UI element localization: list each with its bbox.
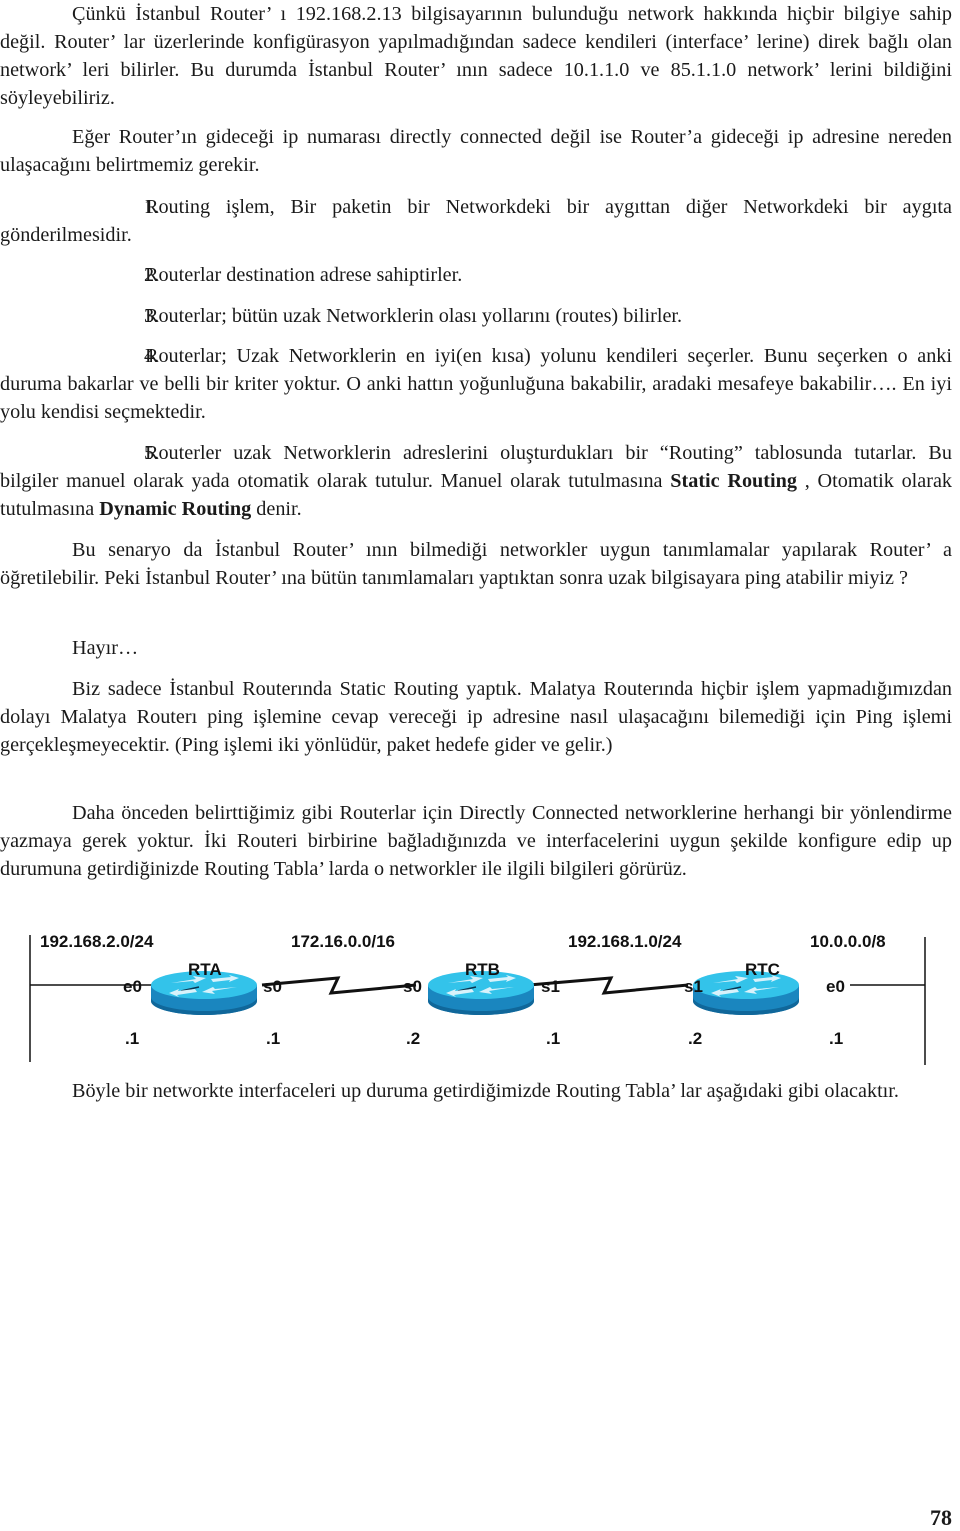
router-name: RTA <box>188 960 222 979</box>
interface-label: s1 <box>541 977 560 996</box>
list-number: 4. <box>144 345 160 367</box>
address-label: .2 <box>688 1029 702 1048</box>
address-label: .1 <box>829 1029 843 1048</box>
address-label: .1 <box>546 1029 560 1048</box>
paragraph-directly-connected: Eğer Router’ın gideceği ip numarası dire… <box>0 126 952 176</box>
page-number: 78 <box>930 1505 952 1530</box>
network-label: 10.0.0.0/8 <box>810 932 886 951</box>
term-static-routing: Static Routing <box>670 470 797 492</box>
network-label: 192.168.1.0/24 <box>568 932 682 951</box>
paragraph-routing-tables: Daha önceden belirttiğimiz gibi Routerla… <box>0 802 952 880</box>
network-label: 172.16.0.0/16 <box>291 932 395 951</box>
list-number: 3. <box>144 305 160 327</box>
interface-label: s0 <box>403 977 422 996</box>
paragraph-scenario: Bu senaryo da İstanbul Router’ ının bilm… <box>0 539 952 589</box>
list-text: Routerlar; bütün uzak Networklerin olası… <box>145 305 683 327</box>
network-label: 192.168.2.0/24 <box>40 932 154 951</box>
list-item: 4.Routerlar; Uzak Networklerin en iyi(en… <box>0 342 952 426</box>
list-text: Routerlar destination adrese sahiptirler… <box>145 264 463 286</box>
list-item: 3.Routerlar; bütün uzak Networklerin ola… <box>0 302 682 330</box>
address-label: .2 <box>406 1029 420 1048</box>
paragraph-istanbul-router: Çünkü İstanbul Router’ ı 192.168.2.13 bi… <box>0 3 952 109</box>
list-text: denir. <box>251 498 302 520</box>
interface-label: s0 <box>263 977 282 996</box>
paragraph-answer: Hayır… <box>72 637 139 659</box>
network-diagram-svg: 192.168.2.0/24 172.16.0.0/16 192.168.1.0… <box>29 932 926 1065</box>
network-diagram: 192.168.2.0/24 172.16.0.0/16 192.168.1.0… <box>0 925 960 1065</box>
interface-label: e0 <box>123 977 142 996</box>
serial-link-rta-rtb <box>261 976 417 995</box>
router-name: RTB <box>465 960 500 979</box>
term-dynamic-routing: Dynamic Routing <box>99 498 252 520</box>
address-label: .1 <box>266 1029 280 1048</box>
address-label: .1 <box>125 1029 139 1048</box>
list-number: 1. <box>144 196 160 218</box>
list-number: 2. <box>144 264 160 286</box>
paragraph-routing-table-intro: Böyle bir networkte interfaceleri up dur… <box>72 1080 899 1102</box>
list-number: 5. <box>144 442 160 464</box>
paragraph-static-routing: Biz sadece İstanbul Routerında Static Ro… <box>0 678 952 756</box>
router-name: RTC <box>745 960 780 979</box>
list-item: 2.Routerlar destination adrese sahiptirl… <box>0 261 462 289</box>
interface-label: e0 <box>826 977 845 996</box>
interface-label: s1 <box>684 977 703 996</box>
list-item: 1.Routing işlem, Bir paketin bir Network… <box>0 193 952 249</box>
list-item: 5.Routerler uzak Networklerin adreslerin… <box>0 439 952 523</box>
